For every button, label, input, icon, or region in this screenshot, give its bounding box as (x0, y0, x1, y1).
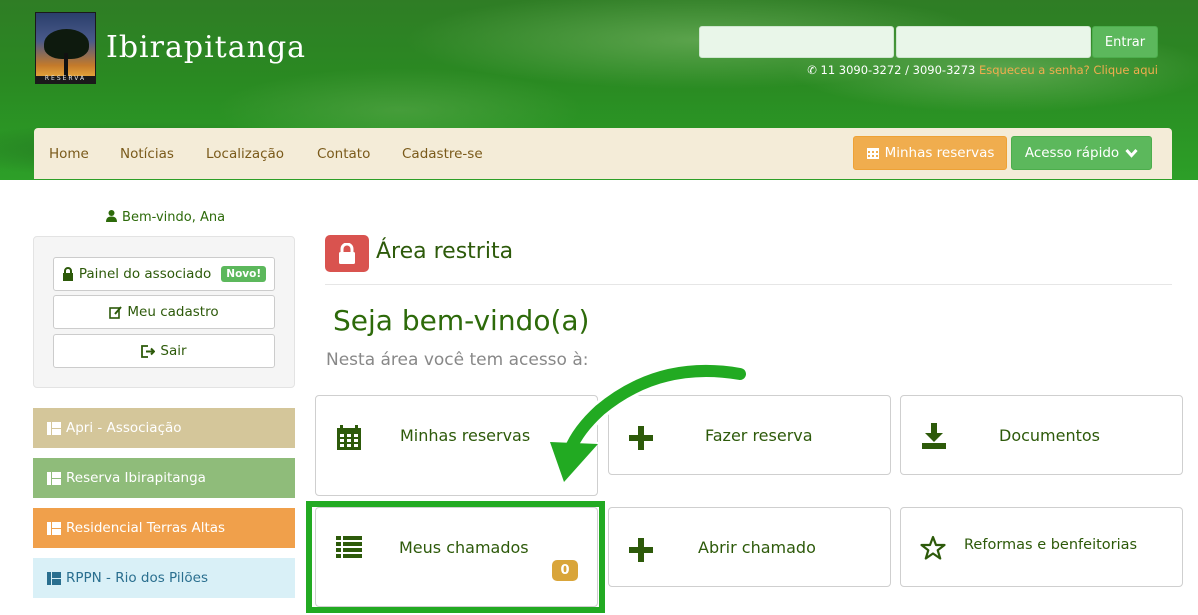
sidebar-link-label: RPPN - Rio dos Pilões (66, 570, 208, 586)
welcome-heading: Seja bem-vindo(a) (333, 304, 590, 337)
nav-home[interactable]: Home (49, 146, 89, 162)
welcome-text: Bem-vindo, Ana (122, 210, 226, 225)
phone-icon: ✆ (807, 63, 817, 77)
painel-associado-label: Painel do associado (78, 266, 212, 282)
main-navbar: Home Notícias Localização Contato Cadast… (34, 128, 1172, 179)
user-icon (105, 210, 117, 222)
logo-icon[interactable]: RESERVA (35, 12, 96, 84)
lock-icon (62, 267, 73, 281)
acesso-rapido-button[interactable]: Acesso rápido (1011, 136, 1152, 170)
download-icon (922, 423, 946, 449)
tile-label: Documentos (999, 426, 1101, 445)
sair-button[interactable]: Sair (53, 334, 275, 368)
calendar-icon (337, 425, 361, 450)
sidebar-link-residencial[interactable]: Residencial Terras Altas (33, 508, 295, 548)
acesso-rapido-label: Acesso rápido (1024, 145, 1120, 161)
sidebar-link-rppn[interactable]: RPPN - Rio dos Pilões (33, 558, 295, 598)
login-button[interactable]: Entrar (1092, 26, 1158, 58)
welcome-user: Bem-vindo, Ana (34, 209, 296, 225)
nav-localizacao[interactable]: Localização (206, 146, 284, 162)
tile-label: Minhas reservas (400, 426, 531, 445)
pointer-arrow-icon (546, 361, 749, 488)
tile-label: Abrir chamado (698, 538, 816, 557)
meu-cadastro-label: Meu cadastro (127, 304, 219, 320)
novo-badge: Novo! (221, 266, 267, 282)
tile-abrir-chamado[interactable]: Abrir chamado (608, 507, 891, 587)
site-header: RESERVA Ibirapitanga Entrar ✆ 11 3090-32… (0, 0, 1198, 180)
plus-icon (629, 538, 653, 562)
title-divider (325, 284, 1172, 285)
minhas-reservas-button[interactable]: Minhas reservas (853, 136, 1007, 170)
edit-icon (109, 305, 123, 319)
list-icon (47, 521, 61, 535)
sidebar-link-label: Residencial Terras Altas (66, 520, 226, 536)
tile-label: Reformas e benfeitorias (964, 537, 1138, 553)
contact-row: ✆ 11 3090-3272 / 3090-3273 Esqueceu a se… (807, 63, 1158, 77)
phone-number: 11 3090-3272 / 3090-3273 (820, 63, 976, 77)
lock-icon (339, 242, 355, 264)
sidebar-link-reserva[interactable]: Reserva Ibirapitanga (33, 458, 295, 498)
calendar-icon (866, 148, 879, 159)
tile-reformas[interactable]: Reformas e benfeitorias (900, 507, 1183, 587)
logout-icon (141, 344, 156, 358)
password-input[interactable] (896, 26, 1091, 58)
sair-label: Sair (160, 343, 187, 359)
nav-noticias[interactable]: Notícias (120, 146, 174, 162)
tile-documentos[interactable]: Documentos (900, 395, 1183, 475)
forgot-password-link[interactable]: Esqueceu a senha? Clique aqui (979, 63, 1158, 77)
sidebar-link-apri[interactable]: Apri - Associação (33, 408, 295, 448)
minhas-reservas-label: Minhas reservas (884, 145, 995, 161)
painel-associado-button[interactable]: Painel do associado Novo! (53, 257, 275, 291)
username-input[interactable] (699, 26, 894, 58)
brand-name[interactable]: Ibirapitanga (106, 30, 306, 65)
list-icon (47, 421, 61, 435)
star-icon (920, 535, 946, 560)
page-title: Área restrita (376, 239, 514, 264)
sidebar-link-label: Apri - Associação (66, 420, 182, 436)
list-icon (47, 571, 61, 585)
nav-cadastre-se[interactable]: Cadastre-se (402, 146, 483, 162)
sidebar-link-label: Reserva Ibirapitanga (66, 470, 206, 486)
meu-cadastro-button[interactable]: Meu cadastro (53, 295, 275, 329)
highlight-box (306, 501, 605, 613)
list-icon (47, 471, 61, 485)
logo-text: RESERVA (44, 75, 87, 82)
account-panel: Painel do associado Novo! Meu cadastro S… (33, 236, 295, 388)
restricted-area-badge (325, 235, 369, 272)
nav-contato[interactable]: Contato (317, 146, 370, 162)
chevron-down-icon (1125, 148, 1138, 158)
